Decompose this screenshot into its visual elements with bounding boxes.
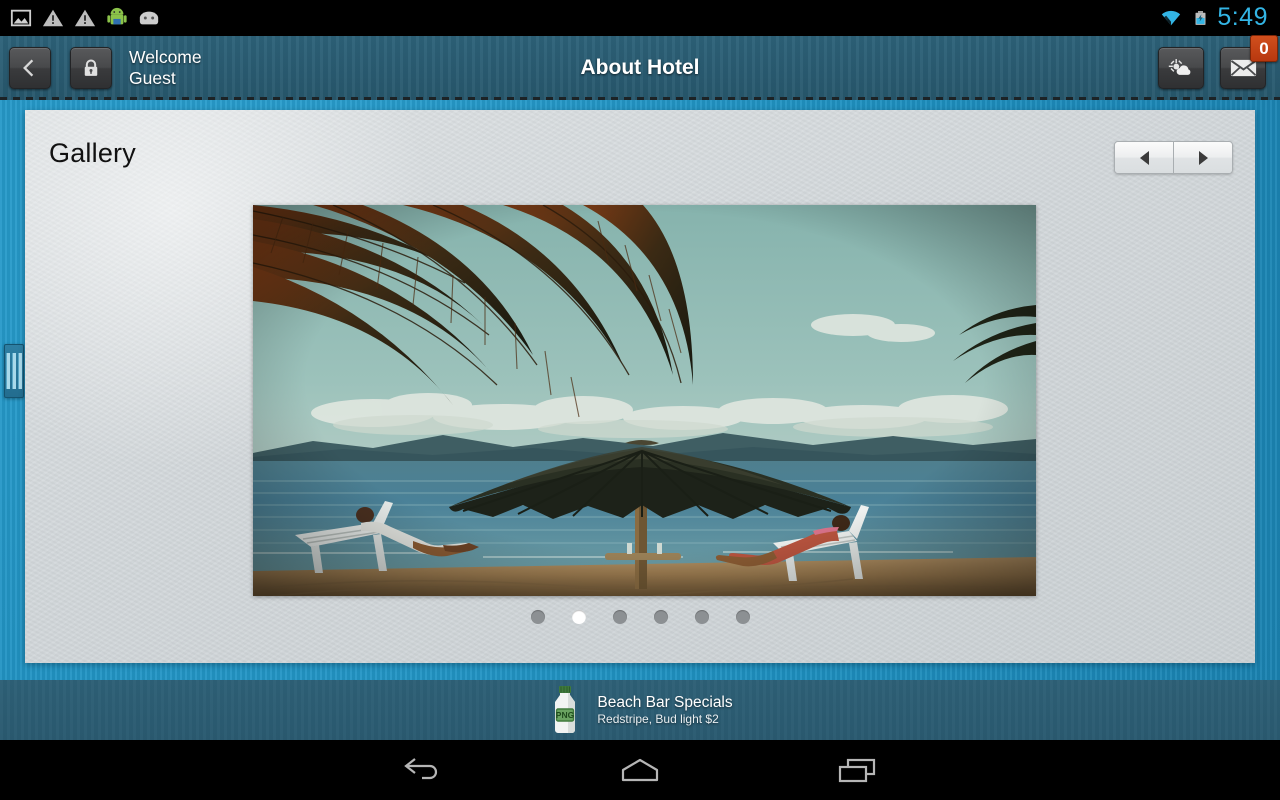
gallery-dot[interactable] — [694, 610, 709, 624]
header-actions: 0 — [1158, 35, 1280, 89]
status-bar-notification-icons — [0, 7, 160, 29]
status-bar-system-icons: 5:49 — [1158, 2, 1280, 32]
warning-icon — [42, 9, 64, 27]
png-bottle-icon: PNG — [555, 686, 576, 733]
sun-cloud-icon — [1168, 59, 1191, 75]
android-robot-icon — [107, 7, 127, 25]
gallery-prev-button[interactable] — [1115, 142, 1173, 173]
gallery-dot[interactable] — [571, 610, 586, 624]
android-back-icon — [404, 758, 438, 780]
welcome-username: Guest — [129, 68, 176, 88]
nav-recents-button[interactable] — [797, 740, 917, 800]
nav-home-button[interactable] — [580, 740, 700, 800]
android-navigation-bar — [0, 740, 1280, 800]
image-icon — [10, 9, 32, 27]
gallery-pagination-dots — [25, 610, 1255, 624]
beach-scene-illustration — [253, 205, 1036, 596]
chevron-left-icon — [23, 59, 34, 77]
welcome-greeting: Welcome — [129, 47, 202, 67]
gallery-card: Gallery — [25, 110, 1255, 663]
android-recents-icon — [838, 758, 876, 783]
welcome-text: Welcome Guest — [129, 47, 202, 89]
gallery-photo[interactable] — [253, 205, 1036, 596]
battery-charging-icon — [1195, 11, 1206, 25]
gallery-dot[interactable] — [735, 610, 750, 624]
lock-icon — [84, 59, 98, 76]
gallery-dot[interactable] — [612, 610, 627, 624]
weather-button[interactable] — [1158, 47, 1204, 89]
nav-back-button[interactable] — [363, 740, 483, 800]
svg-text:PNG: PNG — [556, 710, 575, 720]
lock-button[interactable] — [70, 47, 112, 89]
wifi-icon — [1162, 10, 1181, 26]
drawer-handle-bar — [12, 353, 16, 389]
gallery-dot[interactable] — [653, 610, 668, 624]
drawer-handle-bar — [6, 353, 10, 389]
gallery-next-button[interactable] — [1173, 142, 1232, 173]
mail-count-badge: 0 — [1250, 35, 1278, 62]
back-button[interactable] — [9, 47, 51, 89]
android-status-bar: 5:49 — [0, 0, 1280, 36]
ad-title: Beach Bar Specials — [597, 693, 733, 711]
gallery-nav-control — [1114, 141, 1233, 174]
warning-icon — [74, 9, 96, 27]
android-head-icon — [139, 11, 159, 25]
ad-subtitle: Redstripe, Bud light $2 — [597, 712, 719, 727]
side-drawer-handle[interactable] — [4, 344, 24, 398]
triangle-right-icon — [1198, 150, 1208, 165]
app-header-bar: Welcome Guest About Hotel 0 — [0, 35, 1280, 100]
status-bar-clock: 5:49 — [1217, 2, 1268, 31]
gallery-dot[interactable] — [530, 610, 545, 624]
drawer-handle-bar — [18, 353, 22, 389]
messages-button[interactable]: 0 — [1220, 35, 1278, 89]
gallery-heading: Gallery — [49, 138, 136, 168]
android-home-icon — [621, 758, 659, 782]
ad-banner[interactable]: PNG Beach Bar Specials Redstripe, Bud li… — [0, 680, 1280, 740]
ad-text-block: Beach Bar Specials Redstripe, Bud light … — [597, 694, 732, 726]
triangle-left-icon — [1139, 150, 1149, 165]
